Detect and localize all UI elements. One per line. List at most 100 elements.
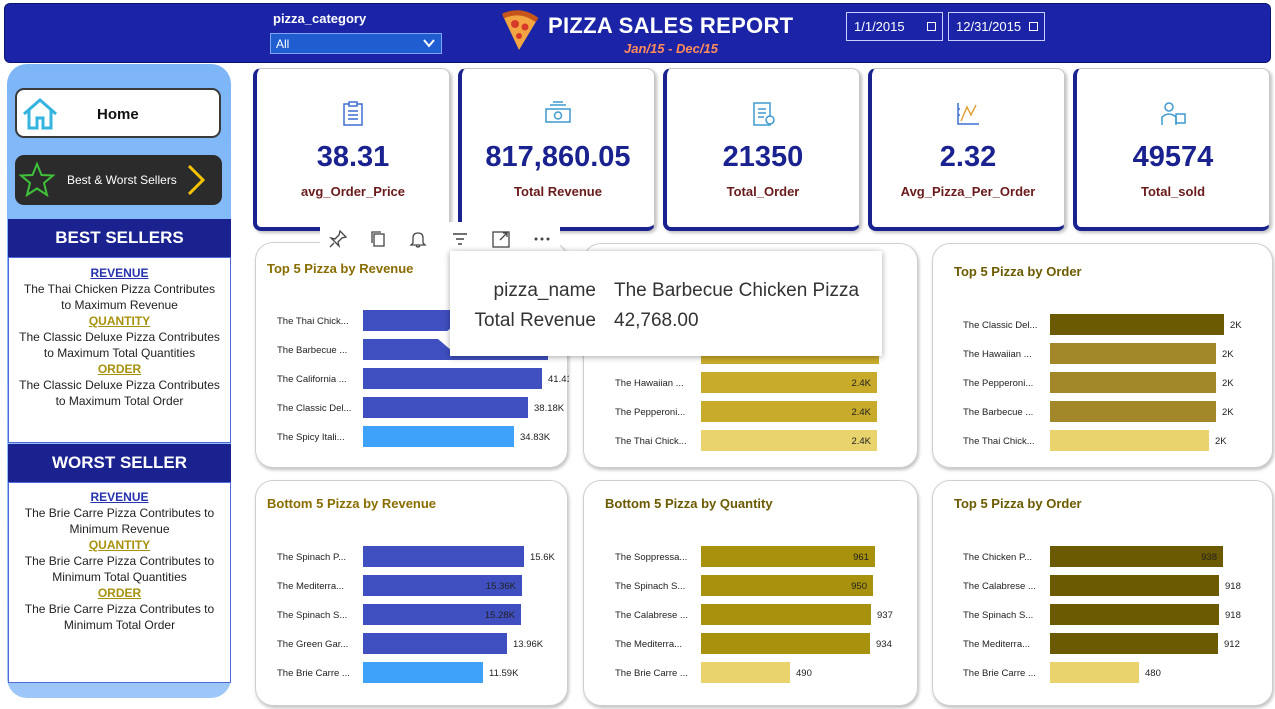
money-icon bbox=[545, 101, 571, 123]
chart-title: Top 5 Pizza by Order bbox=[954, 496, 1082, 511]
kpi-value: 21350 bbox=[722, 141, 804, 173]
calendar-icon bbox=[927, 22, 936, 31]
category-label: The Thai Chick... bbox=[963, 436, 1035, 447]
worst-quantity-text: The Brie Carre Pizza Contributes to Mini… bbox=[24, 554, 215, 584]
data-label: 15.28K bbox=[485, 610, 516, 621]
best-order-key: ORDER bbox=[97, 362, 142, 376]
report-title: PIZZA SALES REPORT bbox=[548, 13, 794, 38]
worst-revenue-key: REVENUE bbox=[90, 490, 149, 504]
filter-icon[interactable] bbox=[450, 229, 470, 249]
category-label: The Mediterra... bbox=[615, 639, 682, 650]
home-icon bbox=[23, 98, 57, 130]
data-label: 11.59K bbox=[489, 668, 519, 679]
worst-seller-panel: REVENUE The Brie Carre Pizza Contributes… bbox=[8, 482, 231, 683]
kpi-card-total-order[interactable]: 21350 Total_Order bbox=[663, 68, 860, 231]
bar[interactable] bbox=[363, 662, 483, 683]
end-date-input[interactable]: 12/31/2015 bbox=[948, 12, 1045, 41]
slicer-label: pizza_category bbox=[273, 11, 367, 26]
bar[interactable] bbox=[701, 575, 873, 596]
bar[interactable] bbox=[363, 426, 514, 447]
kpi-card-total-revenue[interactable]: 817,860.05 Total Revenue bbox=[458, 68, 655, 231]
more-options-icon[interactable] bbox=[532, 229, 552, 249]
chart-card-top5-order-bottom[interactable]: The Chicken P... 938 The Calabrese ... 918 T… bbox=[932, 480, 1273, 706]
best-worst-label: Best & Worst Sellers bbox=[67, 173, 177, 187]
data-label: 918 bbox=[1225, 610, 1241, 621]
category-label: The Barbecue ... bbox=[963, 407, 1033, 418]
kpi-card-avg-order-price[interactable]: 38.31 avg_Order_Price bbox=[253, 68, 450, 231]
bar[interactable] bbox=[1050, 633, 1218, 654]
category-label: The Calabrese ... bbox=[615, 610, 688, 621]
best-revenue-text: The Thai Chicken Pizza Contributes to Ma… bbox=[23, 282, 216, 312]
focus-mode-icon[interactable] bbox=[491, 229, 511, 249]
data-label: 2K bbox=[1222, 407, 1234, 418]
kpi-card-total-sold[interactable]: 49574 Total_sold bbox=[1073, 68, 1270, 231]
bar[interactable] bbox=[1050, 430, 1209, 451]
data-label: 2K bbox=[1215, 436, 1227, 447]
category-label: The Spinach S... bbox=[963, 610, 1033, 621]
bar[interactable] bbox=[363, 633, 507, 654]
data-label: 938 bbox=[1201, 552, 1217, 563]
category-label: The California ... bbox=[277, 374, 347, 385]
kpi-label: Total_sold bbox=[1140, 184, 1206, 199]
bar[interactable] bbox=[701, 662, 790, 683]
data-label: 2K bbox=[1222, 349, 1234, 360]
category-label: The Brie Carre ... bbox=[963, 668, 1036, 679]
data-label: 2.4K bbox=[851, 407, 871, 418]
bar[interactable] bbox=[1050, 546, 1223, 567]
category-label: The Brie Carre ... bbox=[615, 668, 688, 679]
category-label: The Pepperoni... bbox=[963, 378, 1033, 389]
bar[interactable] bbox=[1050, 314, 1224, 335]
data-label: 480 bbox=[1145, 668, 1161, 679]
start-date-input[interactable]: 1/1/2015 bbox=[846, 12, 943, 41]
category-label: The Soppressa... bbox=[615, 552, 687, 563]
bar[interactable] bbox=[1050, 401, 1216, 422]
bar[interactable] bbox=[1050, 604, 1219, 625]
bar[interactable] bbox=[363, 546, 524, 567]
data-label: 38.18K bbox=[534, 403, 565, 414]
category-label: The Hawaiian ... bbox=[963, 349, 1032, 360]
data-label: 912 bbox=[1224, 639, 1240, 650]
bar[interactable] bbox=[701, 604, 871, 625]
data-label: 937 bbox=[877, 610, 893, 621]
home-button[interactable]: Home bbox=[15, 88, 221, 138]
worst-quantity-key: QUANTITY bbox=[88, 538, 151, 552]
data-label: 2.4K bbox=[851, 378, 871, 389]
pizza-category-dropdown[interactable]: All bbox=[270, 33, 442, 54]
chevron-right-icon bbox=[187, 164, 206, 196]
best-sellers-heading: BEST SELLERS bbox=[8, 219, 231, 257]
home-label: Home bbox=[97, 106, 139, 123]
pin-icon[interactable] bbox=[328, 229, 348, 249]
clipboard-icon bbox=[343, 101, 363, 126]
kpi-value: 817,860.05 bbox=[485, 141, 631, 173]
delivery-icon bbox=[1161, 102, 1186, 125]
bar[interactable] bbox=[1050, 343, 1216, 364]
data-label: 15.6K bbox=[530, 552, 555, 563]
chart-card-top5-order[interactable]: The Classic Del... 2K The Hawaiian ... 2K Th… bbox=[932, 243, 1273, 468]
data-label: 41.41K bbox=[548, 374, 569, 385]
best-revenue-key: REVENUE bbox=[90, 266, 149, 280]
chart-card-bottom5-revenue[interactable]: The Spinach P... 15.6K The Mediterra... 15.… bbox=[255, 480, 568, 706]
bar[interactable] bbox=[363, 368, 542, 389]
chart-title: Bottom 5 Pizza by Revenue bbox=[267, 496, 437, 511]
tooltip-key: Total Revenue bbox=[474, 310, 596, 331]
calendar-icon bbox=[1029, 22, 1038, 31]
order-list-icon bbox=[753, 102, 775, 126]
bar[interactable] bbox=[701, 546, 875, 567]
kpi-label: Total_Order bbox=[726, 184, 800, 199]
chart-card-bottom5-quantity[interactable]: The Soppressa... 961 The Spinach S... 950 Th… bbox=[583, 480, 918, 706]
copy-icon[interactable] bbox=[368, 229, 388, 249]
best-quantity-key: QUANTITY bbox=[88, 314, 151, 328]
bar[interactable] bbox=[1050, 575, 1219, 596]
kpi-card-avg-pizza-per-order[interactable]: 2.32 Avg_Pizza_Per_Order bbox=[868, 68, 1065, 231]
category-label: The Green Gar... bbox=[277, 639, 348, 650]
bar[interactable] bbox=[1050, 372, 1216, 393]
bell-icon[interactable] bbox=[408, 229, 428, 249]
data-label: 34.83K bbox=[520, 432, 551, 443]
best-worst-sellers-button[interactable]: Best & Worst Sellers bbox=[15, 155, 222, 205]
bar[interactable] bbox=[701, 633, 870, 654]
bar[interactable] bbox=[1050, 662, 1139, 683]
kpi-value: 49574 bbox=[1132, 141, 1214, 173]
start-date-value: 1/1/2015 bbox=[854, 19, 905, 34]
bar[interactable] bbox=[363, 397, 528, 418]
data-label: 490 bbox=[796, 668, 812, 679]
